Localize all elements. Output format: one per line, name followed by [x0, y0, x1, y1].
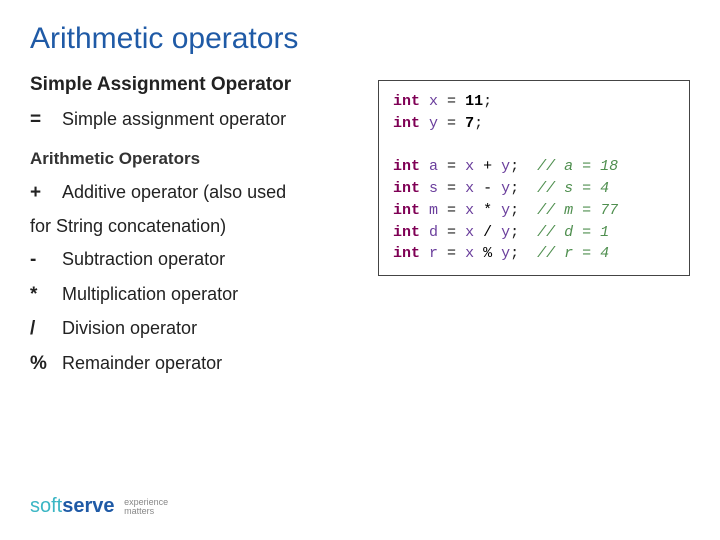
code-op: *: [483, 202, 492, 219]
code-keyword: int: [393, 158, 420, 175]
operator-desc: Division operator: [62, 315, 197, 342]
operator-symbol: =: [30, 106, 48, 135]
right-column: int x = 11; int y = 7; int a = x + y; //…: [378, 74, 690, 384]
operator-desc: Additive operator (also used: [62, 179, 286, 206]
code-var: x: [465, 245, 474, 262]
operator-row: = Simple assignment operator: [30, 106, 350, 135]
code-var: x: [465, 180, 474, 197]
operator-symbol: /: [30, 315, 48, 344]
code-var: y: [501, 245, 510, 262]
code-var: x: [465, 202, 474, 219]
left-column: Simple Assignment Operator = Simple assi…: [30, 74, 350, 384]
operator-symbol: *: [30, 281, 48, 310]
operator-row: - Subtraction operator: [30, 246, 350, 275]
code-var: y: [429, 115, 438, 132]
code-keyword: int: [393, 115, 420, 132]
code-var: m: [429, 202, 438, 219]
code-op: %: [483, 245, 492, 262]
operator-row: % Remainder operator: [30, 350, 350, 379]
code-keyword: int: [393, 224, 420, 241]
code-comment: // m = 77: [537, 202, 618, 219]
code-comment: // a = 18: [537, 158, 618, 175]
operator-desc: Simple assignment operator: [62, 106, 286, 133]
code-comment: // d = 1: [537, 224, 609, 241]
code-number: 11: [465, 93, 483, 110]
code-op: /: [483, 224, 492, 241]
logo-part-soft: soft: [30, 495, 62, 517]
code-keyword: int: [393, 202, 420, 219]
code-example: int x = 11; int y = 7; int a = x + y; //…: [378, 80, 690, 276]
code-var: x: [465, 224, 474, 241]
operator-row: / Division operator: [30, 315, 350, 344]
logo-part-serve: serve: [62, 495, 114, 517]
code-op: -: [483, 180, 492, 197]
code-var: x: [429, 93, 438, 110]
code-keyword: int: [393, 180, 420, 197]
operator-row: + Additive operator (also used: [30, 179, 350, 208]
code-keyword: int: [393, 93, 420, 110]
code-number: 7: [465, 115, 474, 132]
code-op: +: [483, 158, 492, 175]
page-title: Arithmetic operators: [30, 22, 690, 56]
code-var: y: [501, 180, 510, 197]
arithmetic-heading: Arithmetic Operators: [30, 149, 350, 169]
operator-symbol: +: [30, 179, 48, 208]
code-var: s: [429, 180, 438, 197]
content-columns: Simple Assignment Operator = Simple assi…: [30, 74, 690, 384]
operator-desc: Remainder operator: [62, 350, 222, 377]
code-var: d: [429, 224, 438, 241]
assignment-heading: Simple Assignment Operator: [30, 74, 350, 96]
code-var: r: [429, 245, 438, 262]
operator-symbol: -: [30, 246, 48, 275]
code-var: y: [501, 202, 510, 219]
operator-desc: Subtraction operator: [62, 246, 225, 273]
code-var: y: [501, 158, 510, 175]
code-var: a: [429, 158, 438, 175]
code-comment: // r = 4: [537, 245, 609, 262]
operator-row: * Multiplication operator: [30, 281, 350, 310]
code-var: x: [465, 158, 474, 175]
operator-desc: Multiplication operator: [62, 281, 238, 308]
logo-tagline: experiencematters: [124, 498, 168, 516]
logo: softserve experiencematters: [30, 495, 168, 518]
code-comment: // s = 4: [537, 180, 609, 197]
operator-desc-continued: for String concatenation): [30, 213, 350, 240]
code-keyword: int: [393, 245, 420, 262]
code-var: y: [501, 224, 510, 241]
operator-symbol: %: [30, 350, 48, 379]
